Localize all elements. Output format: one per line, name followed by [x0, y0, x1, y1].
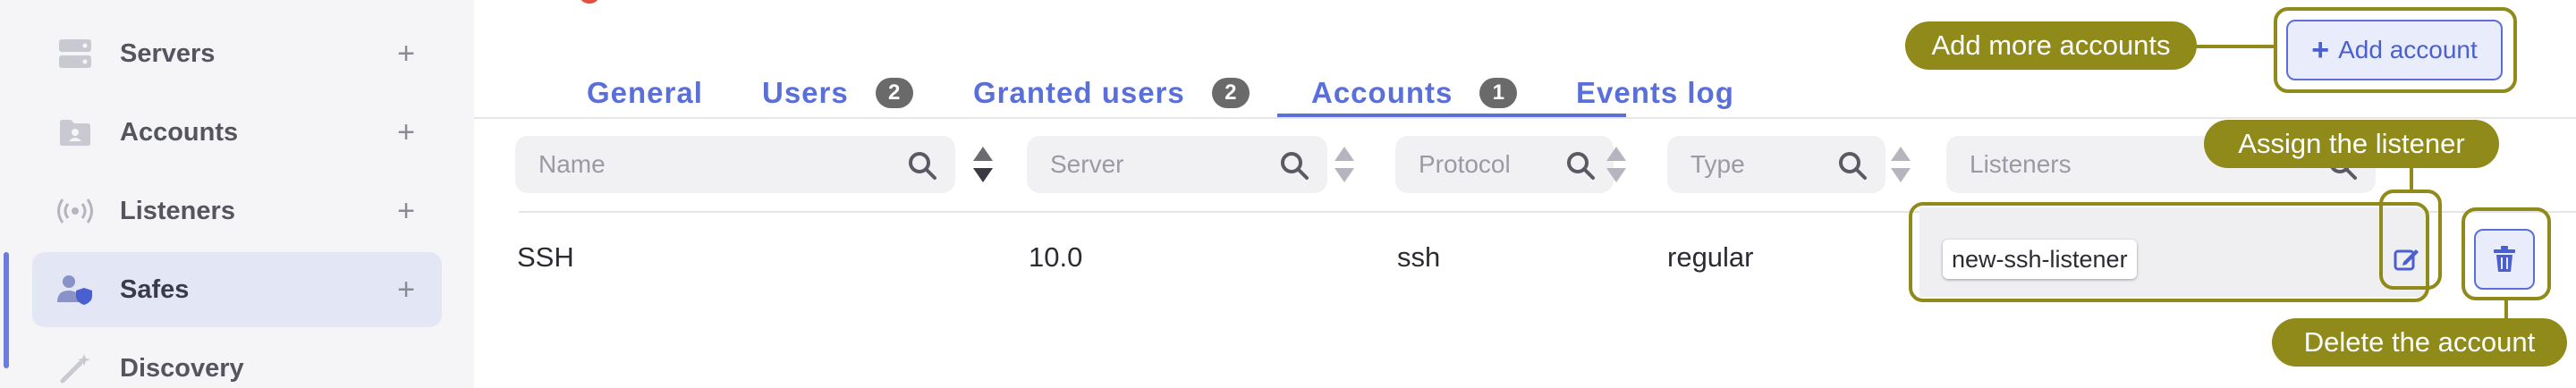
main-panel: General Users 2 Granted users 2 Accounts…	[474, 0, 2576, 388]
tab-users[interactable]: Users 2	[762, 66, 913, 120]
tabs-divider	[474, 117, 2576, 119]
assign-listener-callout: Assign the listener	[2204, 120, 2499, 168]
account-protocol-cell: ssh	[1397, 241, 1441, 273]
alert-indicator	[580, 0, 599, 4]
user-shield-icon	[57, 272, 93, 308]
sidebar-item-label: Accounts	[120, 117, 239, 147]
search-icon	[909, 152, 936, 180]
tab-label: General	[587, 76, 703, 109]
name-filter-placeholder: Name	[538, 150, 606, 178]
sort-server-icon[interactable]	[1333, 145, 1356, 184]
add-listener-button[interactable]: +	[397, 196, 415, 226]
sort-protocol-icon[interactable]	[1605, 145, 1628, 184]
annotation-connector	[2504, 300, 2508, 320]
search-icon	[1567, 152, 1595, 180]
account-name-cell: SSH	[517, 241, 574, 273]
sidebar-item-accounts[interactable]: Accounts +	[32, 95, 442, 170]
name-filter-input[interactable]: Name	[515, 136, 955, 193]
annotation-connector	[2195, 45, 2275, 48]
sidebar-item-label: Discovery	[120, 353, 244, 383]
active-tab-underline	[1277, 114, 1626, 117]
sidebar-item-safes[interactable]: Safes +	[32, 252, 442, 327]
tab-accounts[interactable]: Accounts 1	[1311, 66, 1518, 120]
sidebar-item-servers[interactable]: Servers +	[32, 16, 442, 91]
tab-granted-users[interactable]: Granted users 2	[973, 66, 1250, 120]
granted-users-count-badge: 2	[1211, 78, 1250, 108]
tab-general[interactable]: General	[587, 66, 703, 120]
search-icon	[1281, 152, 1309, 180]
tab-label: Granted users	[973, 76, 1185, 109]
delete-account-highlight	[2462, 207, 2551, 300]
active-indicator	[4, 252, 9, 368]
broadcast-icon	[57, 193, 93, 229]
folder-icon	[57, 114, 93, 150]
accounts-count-badge: 1	[1479, 78, 1518, 108]
listeners-filter-placeholder: Listeners	[1970, 150, 2072, 178]
sort-name-icon[interactable]	[971, 145, 995, 184]
delete-account-callout: Delete the account	[2272, 318, 2567, 367]
sort-type-icon[interactable]	[1889, 145, 1912, 184]
search-icon	[1839, 152, 1867, 180]
server-filter-input[interactable]: Server	[1027, 136, 1327, 193]
users-count-badge: 2	[875, 78, 913, 108]
tab-label: Events log	[1576, 76, 1734, 109]
add-account-sidebar-button[interactable]: +	[397, 117, 415, 148]
protocol-filter-input[interactable]: Protocol	[1395, 136, 1614, 193]
type-filter-placeholder: Type	[1690, 150, 1745, 178]
add-more-accounts-callout: Add more accounts	[1905, 21, 2197, 70]
type-filter-input[interactable]: Type	[1667, 136, 1885, 193]
account-server-cell: 10.0	[1029, 241, 1083, 273]
tab-events-log[interactable]: Events log	[1576, 66, 1734, 120]
protocol-filter-placeholder: Protocol	[1419, 150, 1511, 178]
tab-label: Accounts	[1311, 76, 1453, 109]
sidebar-item-label: Safes	[120, 274, 190, 304]
listeners-cell-highlight	[1909, 202, 2429, 302]
add-account-highlight	[2274, 7, 2517, 93]
magic-wand-icon	[57, 350, 93, 386]
server-filter-placeholder: Server	[1050, 150, 1124, 178]
server-icon	[57, 36, 93, 72]
account-type-cell: regular	[1667, 241, 1754, 273]
add-safe-button[interactable]: +	[397, 274, 415, 305]
sidebar: Servers + Accounts + Listeners + Safes +…	[0, 0, 474, 388]
sidebar-item-label: Servers	[120, 38, 216, 68]
add-server-button[interactable]: +	[397, 38, 415, 69]
annotation-connector	[2410, 166, 2413, 191]
edit-listener-highlight	[2379, 190, 2442, 290]
sidebar-item-discovery[interactable]: Discovery	[32, 331, 442, 388]
sidebar-item-label: Listeners	[120, 196, 235, 225]
sidebar-item-listeners[interactable]: Listeners +	[32, 173, 442, 249]
tab-label: Users	[762, 76, 849, 109]
